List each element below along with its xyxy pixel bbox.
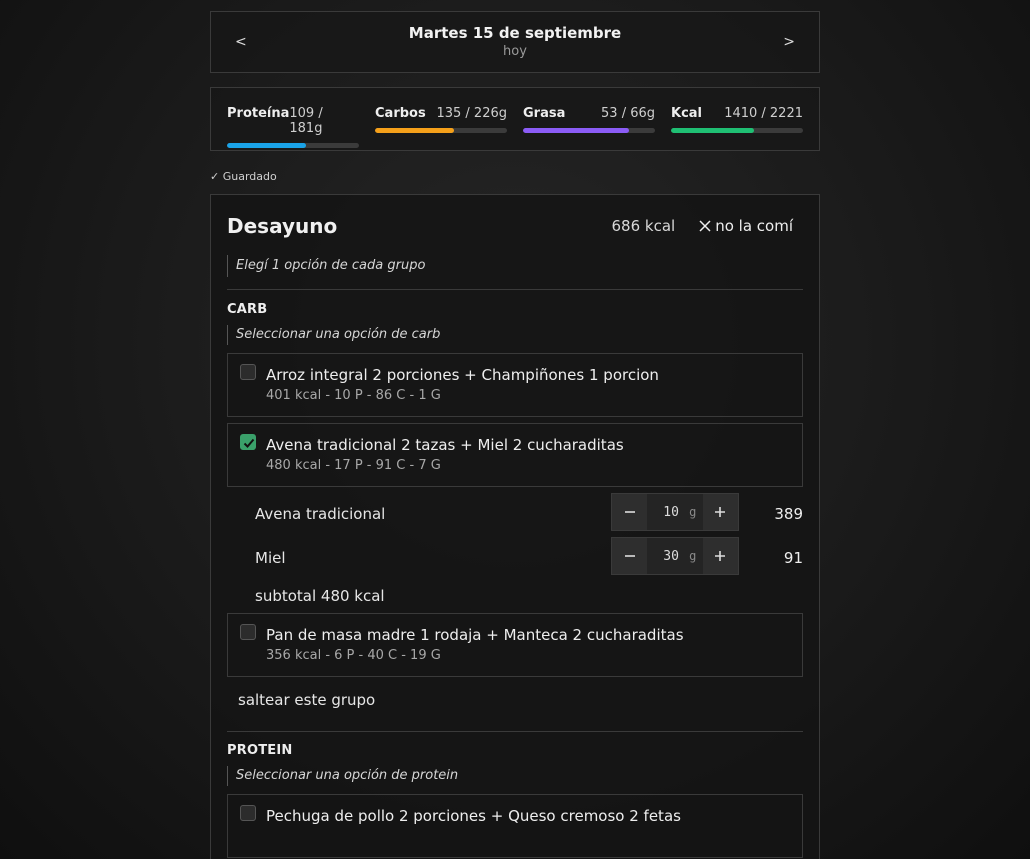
check-icon [243,438,255,448]
macro-progress-bar [671,128,803,133]
macro-carbs: Carbos 135 / 226g [375,106,507,133]
macro-label: Carbos [375,106,426,121]
meal-kcal: 686 kcal [611,217,676,235]
option-name: Arroz integral 2 porciones + Champiñones… [266,366,659,384]
saved-status: ✓ Guardado [210,170,277,183]
group-instruction: Seleccionar una opción de protein [227,766,803,786]
plus-icon [715,507,726,517]
date-navigator: < Martes 15 de septiembre hoy > [210,11,820,73]
option-name: Pan de masa madre 1 rodaja + Manteca 2 c… [266,626,684,644]
option-name: Avena tradicional 2 tazas + Miel 2 cucha… [266,436,624,454]
macro-progress-bar [227,143,359,148]
macro-value: 109 / 181g [289,106,323,136]
macro-progress-bar [523,128,655,133]
macro-progress-fill [671,128,755,133]
minus-icon [624,511,635,513]
quantity-unit: g [689,549,697,563]
date-subtitle: hoy [503,44,527,59]
next-day-button[interactable]: > [783,34,795,50]
meal-instruction: Elegí 1 opción de cada grupo [227,255,803,277]
macro-progress-fill [375,128,455,133]
date-display: Martes 15 de septiembre hoy [211,24,819,59]
macro-label: Grasa [523,106,566,121]
decrease-button[interactable] [612,538,648,574]
macro-protein: Proteína 109 / 181g [227,106,359,148]
macro-label: Proteína [227,106,290,121]
meal-option[interactable]: Arroz integral 2 porciones + Champiñones… [227,353,803,417]
macro-label: Kcal [671,106,703,121]
plus-icon [715,551,726,561]
ingredient-kcal: 389 [774,505,803,523]
macro-value: 53 / 66g [601,106,655,121]
option-checkbox[interactable] [240,805,256,821]
macro-progress-bar [375,128,507,133]
group-title: PROTEIN [227,743,293,758]
skip-meal-label: no la comí [715,217,793,235]
macro-value: 135 / 226g [436,106,507,121]
option-checkbox[interactable] [240,364,256,380]
ingredient-row: Avena tradicional 10 g 389 [227,493,803,537]
macro-fat: Grasa 53 / 66g [523,106,655,133]
quantity-input[interactable]: 30 [647,549,682,564]
meal-card: Desayuno 686 kcal no la comí Elegí 1 opc… [210,194,820,859]
option-macros: 401 kcal - 10 P - 86 C - 1 G [266,388,441,403]
macro-value: 1410 / 2221 [724,106,803,121]
date-title: Martes 15 de septiembre [408,24,622,42]
meal-option[interactable]: Pan de masa madre 1 rodaja + Manteca 2 c… [227,613,803,677]
decrease-button[interactable] [612,494,648,530]
skip-group-button[interactable]: saltear este grupo [227,691,803,711]
ingredient-name: Miel [255,549,286,567]
macro-progress-fill [227,143,307,148]
quantity-stepper: 30 g [611,537,739,575]
increase-button[interactable] [702,494,738,530]
meal-option[interactable]: Avena tradicional 2 tazas + Miel 2 cucha… [227,423,803,487]
meal-header: Desayuno 686 kcal no la comí [227,211,803,241]
close-icon [699,220,711,232]
divider [227,289,803,290]
quantity-unit: g [689,505,697,519]
meal-option[interactable]: Pechuga de pollo 2 porciones + Queso cre… [227,794,803,858]
ingredient-name: Avena tradicional [255,505,386,523]
day-view: < Martes 15 de septiembre hoy > Proteína… [210,11,820,859]
macro-kcal: Kcal 1410 / 2221 [671,106,803,133]
option-macros: 356 kcal - 6 P - 40 C - 19 G [266,648,441,663]
group-subtotal: subtotal 480 kcal [255,587,385,605]
divider [227,731,803,732]
ingredient-row: Miel 30 g 91 [227,537,803,581]
option-checkbox[interactable] [240,434,256,450]
meal-title: Desayuno [227,214,338,238]
increase-button[interactable] [702,538,738,574]
option-checkbox[interactable] [240,624,256,640]
macro-progress-fill [523,128,629,133]
quantity-input[interactable]: 10 [647,505,682,520]
option-group-carb: CARB Seleccionar una opción de carb Arro… [227,302,803,711]
group-title: CARB [227,302,268,317]
minus-icon [624,555,635,557]
option-group-protein: PROTEIN Seleccionar una opción de protei… [227,743,803,858]
quantity-stepper: 10 g [611,493,739,531]
option-name: Pechuga de pollo 2 porciones + Queso cre… [266,807,681,825]
group-instruction: Seleccionar una opción de carb [227,325,803,345]
macro-summary: Proteína 109 / 181g Carbos 135 / 226g Gr… [210,87,820,151]
ingredient-kcal: 91 [783,549,803,567]
ingredient-list: Avena tradicional 10 g 389 Miel 30 g 91 … [227,493,803,611]
option-macros: 480 kcal - 17 P - 91 C - 7 G [266,458,441,473]
skip-meal-button[interactable]: no la comí [699,217,793,235]
